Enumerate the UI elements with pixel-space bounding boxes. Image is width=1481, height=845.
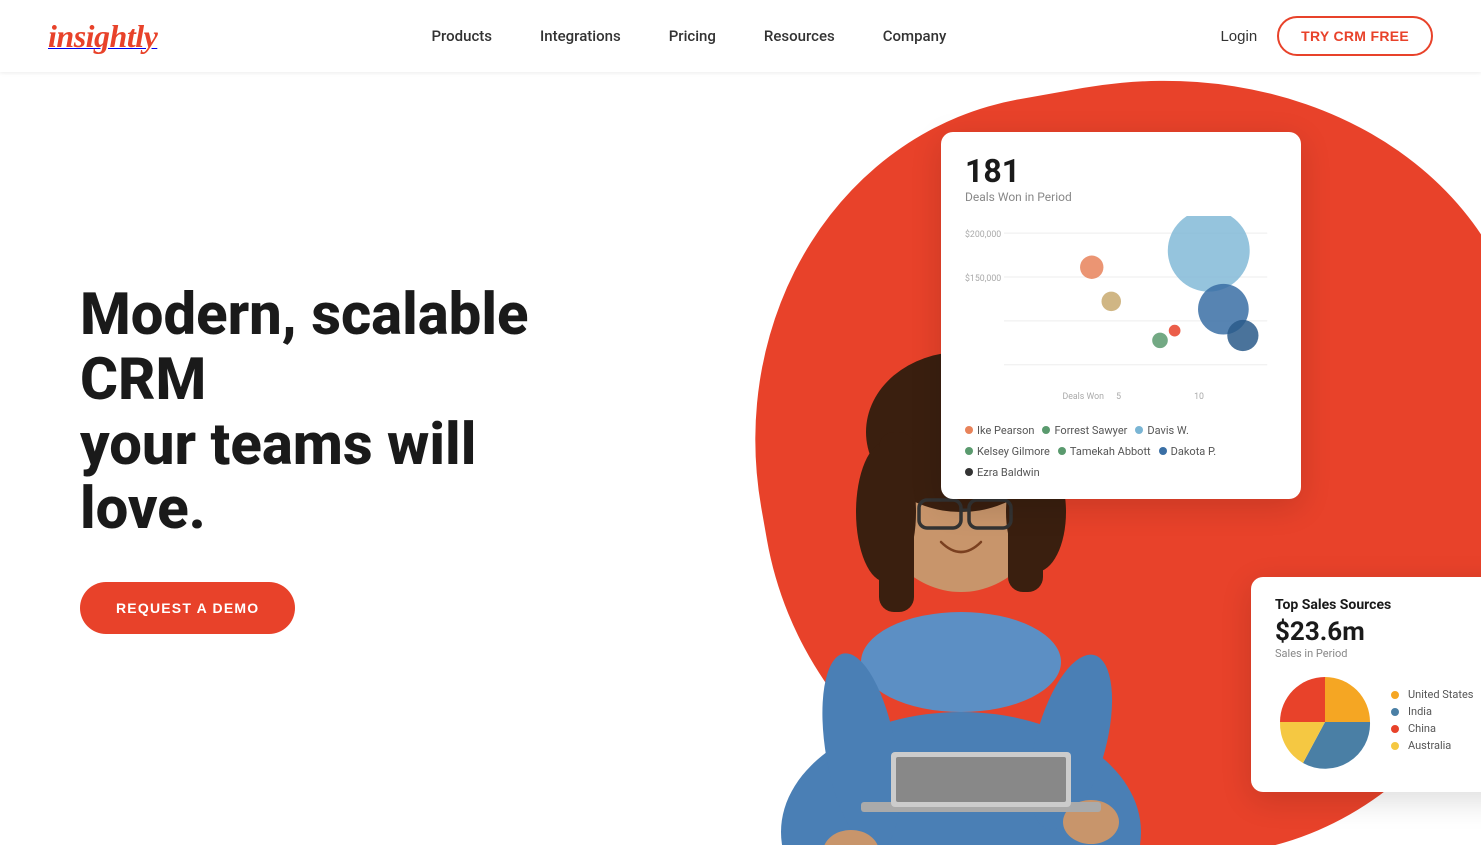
pie-chart-row: United States India China Australia [1275,672,1481,772]
bubble-chart-legend: Ike Pearson Forrest Sawyer Davis W. Kels… [965,424,1277,479]
svg-text:Deals Won: Deals Won [1063,392,1105,402]
logo[interactable]: insightly [48,18,157,55]
request-demo-button[interactable]: REQUEST A DEMO [80,582,295,634]
deals-won-number: 181 [965,152,1277,190]
nav-item-resources[interactable]: Resources [764,27,835,45]
hero-visual: 181 Deals Won in Period $200,000 $150,00… [661,72,1481,845]
hero-text-block: Modern, scalable CRM your teams will lov… [80,283,560,635]
nav-item-company[interactable]: Company [883,27,947,45]
pie-chart-legend: United States India China Australia [1391,688,1473,756]
login-button[interactable]: Login [1220,28,1257,45]
nav-item-pricing[interactable]: Pricing [669,27,716,45]
pie-chart-svg [1275,672,1375,772]
nav-actions: Login TRY CRM FREE [1220,16,1433,56]
pie-chart-title: Top Sales Sources [1275,597,1481,613]
hero-section: Modern, scalable CRM your teams will lov… [0,72,1481,845]
pie-chart-amount: $23.6m [1275,617,1481,647]
nav-item-integrations[interactable]: Integrations [540,27,621,45]
pie-chart-sublabel: Sales in Period [1275,647,1481,660]
svg-text:10: 10 [1194,392,1204,402]
svg-text:5: 5 [1116,392,1121,402]
nav-item-products[interactable]: Products [431,27,492,45]
bubble-chart-card: 181 Deals Won in Period $200,000 $150,00… [941,132,1301,499]
bubble-chart: $200,000 $150,000 [965,216,1277,416]
navigation: insightly Products Integrations Pricing … [0,0,1481,72]
deals-won-label: Deals Won in Period [965,190,1277,204]
hero-headline: Modern, scalable CRM your teams will lov… [80,283,560,543]
nav-links: Products Integrations Pricing Resources … [431,27,946,45]
pie-chart-card: Top Sales Sources $23.6m Sales in Period… [1251,577,1481,792]
svg-text:$150,000: $150,000 [965,273,1001,284]
svg-text:$200,000: $200,000 [965,229,1001,240]
try-crm-button[interactable]: TRY CRM FREE [1277,16,1433,56]
